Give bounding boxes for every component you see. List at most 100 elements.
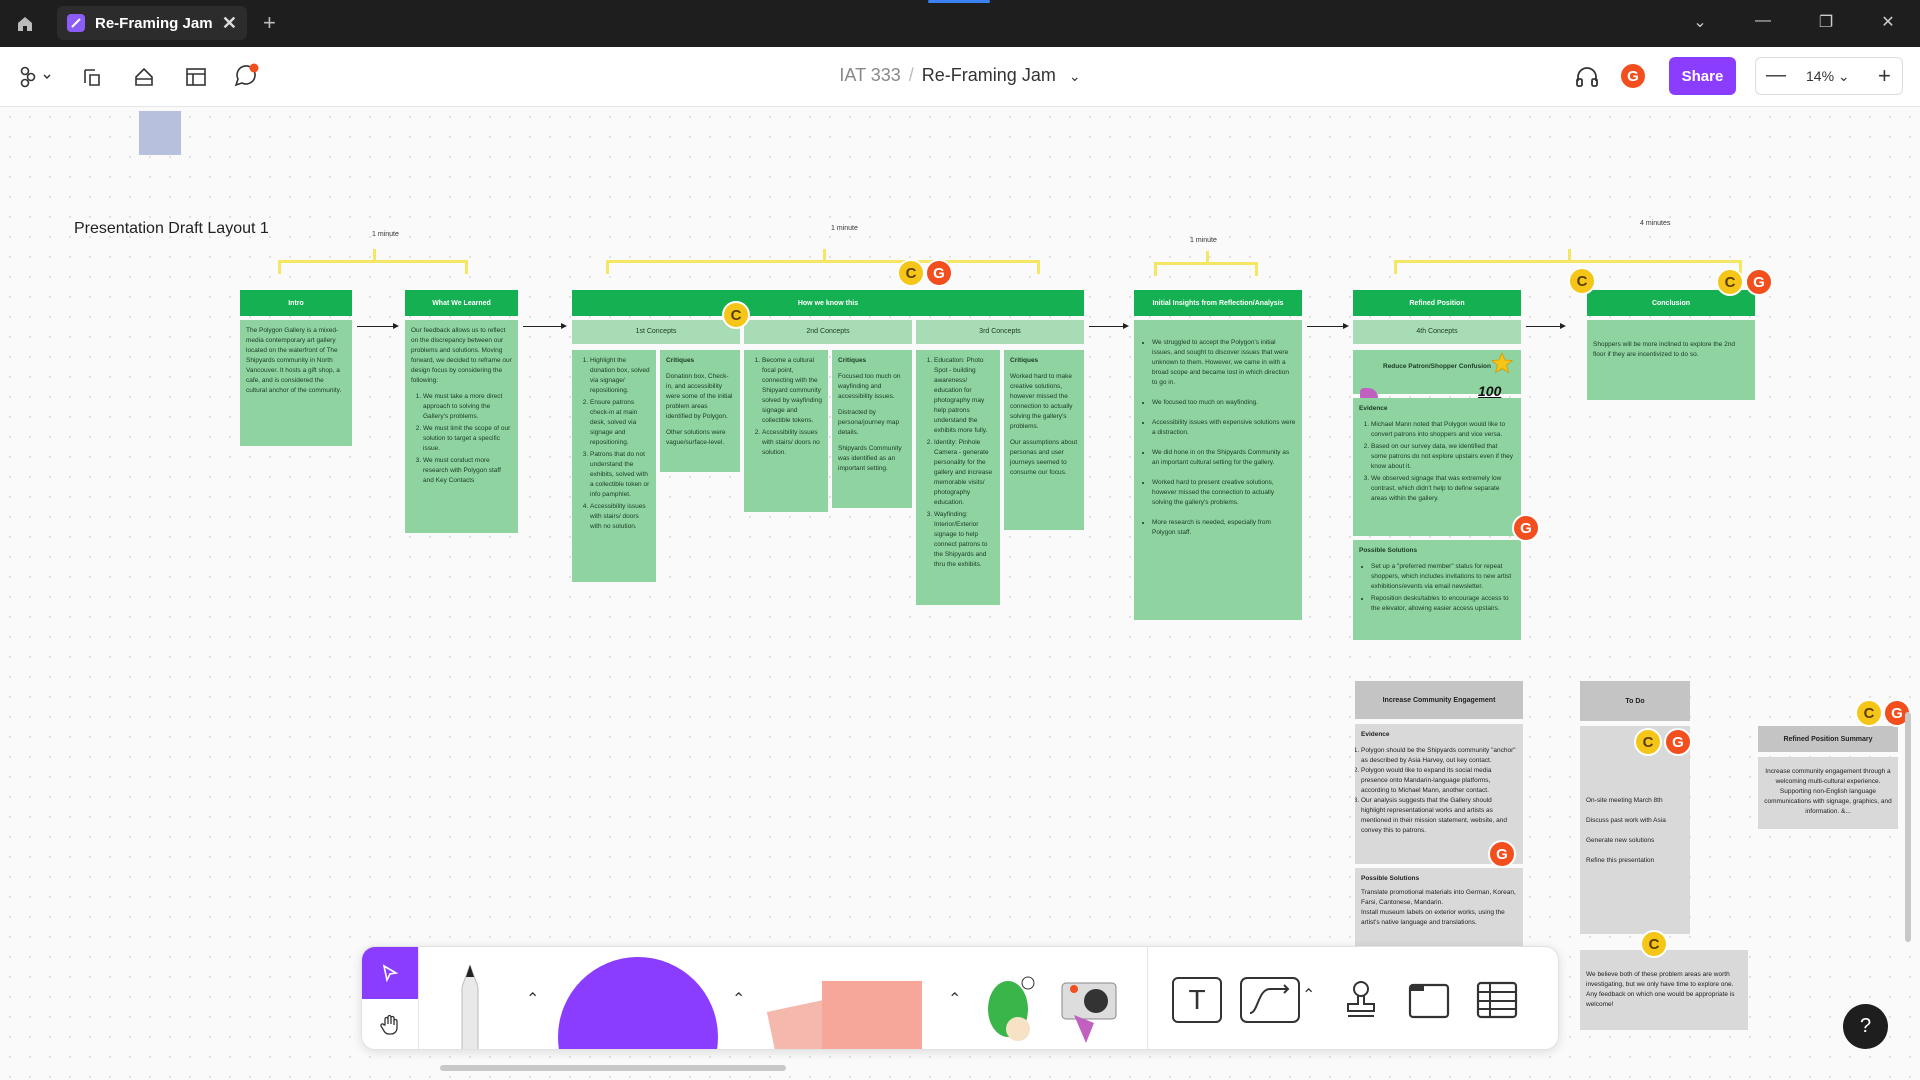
- collaborator-cursor-c: C: [1716, 268, 1744, 296]
- duration-label: 1 minute: [372, 231, 399, 238]
- timing-bracket: [278, 249, 468, 274]
- board-canvas[interactable]: Presentation Draft Layout 1 1 minute 1 m…: [0, 107, 1920, 1080]
- sticky-note-critique-2[interactable]: Critiques Focused too much on wayfinding…: [832, 350, 912, 508]
- community-header[interactable]: Increase Community Engagement: [1355, 681, 1523, 719]
- section-how-header[interactable]: How we know this: [572, 290, 1084, 316]
- connector-tool-icon[interactable]: [1240, 977, 1300, 1028]
- stamp-tool-icon[interactable]: [1338, 977, 1384, 1028]
- file-tab[interactable]: Re-Framing Jam ✕: [57, 6, 247, 40]
- marker-options-chevron-icon[interactable]: ⌃: [526, 989, 539, 1009]
- hundred-points-sticker-icon[interactable]: 100: [1478, 383, 1501, 399]
- project-name[interactable]: IAT 333: [839, 65, 900, 85]
- sticky-note-solutions[interactable]: Possible Solutions Set up a "preferred m…: [1353, 540, 1521, 640]
- section-tool-icon[interactable]: [1406, 977, 1452, 1028]
- share-button[interactable]: Share: [1669, 57, 1736, 95]
- collaborator-cursor-g: G: [1488, 840, 1516, 868]
- duration-label: 1 minute: [1190, 237, 1217, 244]
- star-sticker-icon[interactable]: [1490, 351, 1514, 374]
- move-tool-icon[interactable]: [362, 947, 418, 999]
- timing-bracket: [1394, 249, 1742, 274]
- zoom-control: — 14% ⌄ +: [1755, 57, 1903, 95]
- collaborator-cursor-c: C: [722, 301, 750, 329]
- shape-options-chevron-icon[interactable]: ⌃: [732, 989, 745, 1009]
- sticky-note-evidence[interactable]: Evidence Michael Mann noted that Polygon…: [1353, 398, 1521, 536]
- grey-note-summary[interactable]: Increase community engagement through a …: [1758, 757, 1898, 829]
- section-insights-header[interactable]: Initial Insights from Reflection/Analysi…: [1134, 290, 1302, 316]
- board-title[interactable]: Presentation Draft Layout 1: [74, 220, 269, 238]
- frame-thumbnail[interactable]: [139, 111, 181, 155]
- concept-header-4[interactable]: 4th Concepts: [1353, 320, 1521, 344]
- widgets-tool-icon[interactable]: [1060, 975, 1118, 1045]
- sticky-note-intro[interactable]: The Polygon Gallery is a mixed-media con…: [240, 320, 352, 446]
- sticky-note-critique-1[interactable]: Critiques Donation box, Check-in, and ac…: [660, 350, 740, 472]
- sticky-note-learned[interactable]: Our feedback allows us to reflect on the…: [405, 320, 518, 533]
- concept-header-3[interactable]: 3rd Concepts: [916, 320, 1084, 344]
- stickers-tool-icon[interactable]: [982, 969, 1042, 1047]
- tool-dock: ⌃ ⌃ ⌃ T ⌃: [361, 946, 1559, 1050]
- figjam-app: Re-Framing Jam ✕ + ⌄ — ❐ ✕ IAT 333 / Re-Fr…: [0, 0, 1920, 1080]
- sticky-options-chevron-icon[interactable]: ⌃: [948, 989, 961, 1009]
- timing-bracket: [1154, 251, 1258, 276]
- minimize-button[interactable]: —: [1751, 12, 1775, 30]
- ai-assist-icon[interactable]: [78, 63, 106, 91]
- comments-icon[interactable]: [232, 63, 260, 91]
- active-indicator: [928, 0, 990, 3]
- collaborator-cursor-g: G: [1745, 268, 1773, 296]
- grey-note-todo[interactable]: On-site meeting March 8th Discuss past w…: [1580, 726, 1690, 934]
- connector-arrow[interactable]: [1526, 323, 1566, 329]
- user-avatar[interactable]: G: [1619, 62, 1647, 90]
- concept-header-2[interactable]: 2nd Concepts: [744, 320, 912, 344]
- sticky-note-insights[interactable]: We struggled to accept the Polygon's ini…: [1134, 320, 1302, 620]
- collaborator-cursor-c: C: [1640, 930, 1668, 958]
- breadcrumb-separator: /: [908, 65, 914, 85]
- new-tab-button[interactable]: +: [263, 10, 276, 36]
- connector-options-chevron-icon[interactable]: ⌃: [1302, 985, 1315, 1005]
- sticky-note-concept-2[interactable]: Become a cultural focal point, connectin…: [744, 350, 828, 512]
- zoom-level[interactable]: 14% ⌄: [1806, 68, 1850, 85]
- title-bar: Re-Framing Jam ✕ + ⌄ — ❐ ✕: [0, 0, 1920, 47]
- connector-arrow[interactable]: [523, 323, 567, 329]
- vertical-scrollbar[interactable]: [1905, 712, 1911, 942]
- collaborator-cursor-c: C: [1855, 699, 1883, 727]
- timing-bracket: [606, 249, 1040, 274]
- table-tool-icon[interactable]: [1474, 977, 1520, 1028]
- hand-tool-icon[interactable]: [362, 999, 418, 1049]
- horizontal-scrollbar[interactable]: [440, 1065, 786, 1071]
- main-menu-icon[interactable]: [16, 63, 54, 91]
- connector-arrow[interactable]: [1307, 323, 1349, 329]
- audio-headphones-icon[interactable]: [1573, 63, 1601, 91]
- collaborator-cursor-g: G: [1512, 514, 1540, 542]
- file-menu-chevron-icon[interactable]: ⌄: [1069, 68, 1081, 84]
- help-button[interactable]: ?: [1843, 1004, 1888, 1049]
- section-refined-header[interactable]: Refined Position: [1353, 290, 1521, 316]
- zoom-in-button[interactable]: +: [1878, 63, 1891, 89]
- summary-header[interactable]: Refined Position Summary: [1758, 726, 1898, 752]
- sticky-note-critique-3[interactable]: Critiques Worked hard to make creative s…: [1004, 350, 1084, 530]
- sticky-note-concept-1[interactable]: Highlight the donation box, solved via s…: [572, 350, 656, 582]
- duration-label: 1 minute: [831, 225, 858, 232]
- text-tool-icon[interactable]: T: [1172, 977, 1222, 1023]
- todo-header[interactable]: To Do: [1580, 681, 1690, 721]
- duration-label: 4 minutes: [1640, 220, 1671, 227]
- tab-title: Re-Framing Jam: [95, 14, 213, 32]
- sticky-note-concept-3[interactable]: Education: Photo Spot - building awarene…: [916, 350, 1000, 605]
- tabs-dropdown-icon[interactable]: ⌄: [1688, 12, 1712, 32]
- section-learned-header[interactable]: What We Learned: [405, 290, 518, 316]
- templates-icon[interactable]: [182, 63, 210, 91]
- connector-arrow[interactable]: [1089, 323, 1129, 329]
- sticky-note-conclusion[interactable]: Shoppers will be more inclined to explor…: [1587, 320, 1755, 400]
- zoom-out-button[interactable]: —: [1766, 64, 1786, 87]
- close-window-button[interactable]: ✕: [1876, 12, 1900, 32]
- close-tab-icon[interactable]: ✕: [222, 13, 237, 34]
- section-intro-header[interactable]: Intro: [240, 290, 352, 316]
- shape-tool-icon[interactable]: [558, 957, 718, 1049]
- connector-arrow[interactable]: [357, 323, 399, 329]
- marker-tool-icon[interactable]: [442, 963, 498, 1049]
- file-name[interactable]: Re-Framing Jam: [922, 65, 1056, 85]
- sticky-note-tool-icon[interactable]: [762, 971, 942, 1049]
- concept-header-1[interactable]: 1st Concepts: [572, 320, 740, 344]
- grey-note-feedback[interactable]: We believe both of these problem areas a…: [1580, 950, 1748, 1030]
- library-icon[interactable]: [130, 63, 158, 91]
- home-icon[interactable]: [12, 11, 38, 37]
- maximize-button[interactable]: ❐: [1814, 12, 1838, 32]
